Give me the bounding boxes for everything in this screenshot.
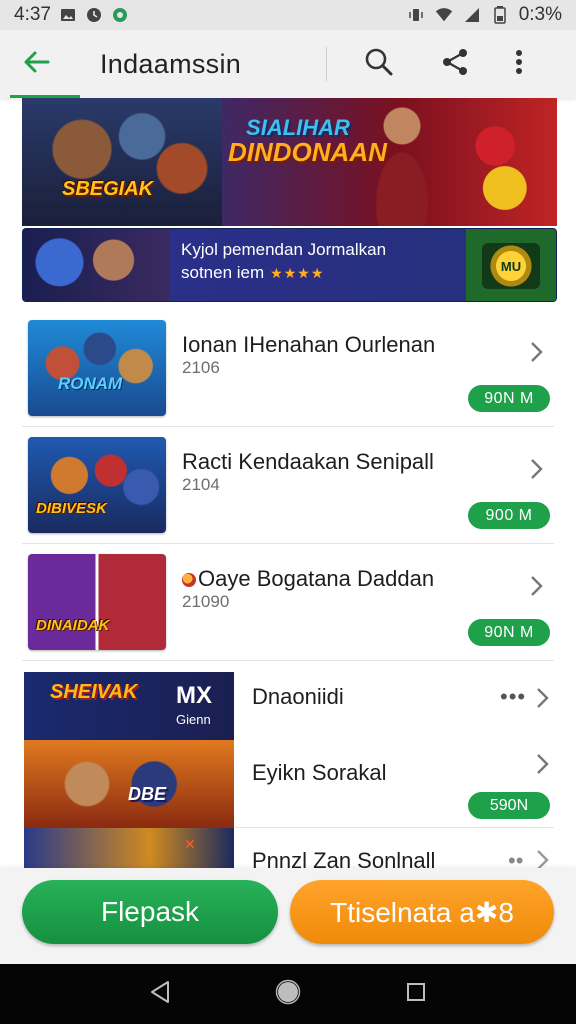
list-item-title-row: Oaye Bogatana Daddan: [182, 566, 434, 592]
game-badge-icon: [182, 573, 196, 588]
hero-banner[interactable]: SBEGIAK SIALIHAR DINDONAAN: [22, 98, 557, 226]
list-item-thumbnail: RONAM: [28, 320, 166, 416]
featured-image-top[interactable]: SHEIVAK MX Gienn: [24, 672, 234, 740]
more-horiz-icon[interactable]: •••: [500, 684, 526, 710]
back-button[interactable]: [0, 30, 80, 98]
more-vert-icon: [515, 49, 523, 80]
promo-badge-label: MU: [482, 243, 540, 289]
divider: [234, 827, 554, 828]
list-item-subtitle: 21090: [182, 592, 230, 611]
home-circle-icon: [275, 979, 301, 1010]
search-button[interactable]: [349, 30, 409, 98]
rating-stars: ★★★★: [270, 264, 325, 281]
image-icon: [59, 6, 77, 24]
more-horiz-icon[interactable]: ••: [508, 848, 523, 868]
featured-item-title[interactable]: Dnaoniidi: [252, 684, 344, 710]
hero-title: SIALIHAR DINDONAAN: [228, 115, 387, 168]
featured-logo-2: DBE: [128, 784, 167, 804]
promo-banner[interactable]: Kyjol pemendan Jormalkan sotnen iem ★★★★…: [22, 228, 557, 302]
wifi-icon: [435, 6, 453, 24]
hero-game-logo: SBEGIAK: [62, 178, 154, 200]
promo-line1: Kyjol pemendan Jormalkan: [181, 240, 387, 259]
primary-action-button[interactable]: Flepask: [22, 880, 278, 944]
battery-icon: [491, 6, 509, 24]
triangle-back-icon: [149, 980, 171, 1009]
more-options-button[interactable]: [489, 30, 549, 98]
hero-title-line2: DINDONAAN: [228, 137, 387, 168]
hero-robot-image: [452, 116, 548, 216]
mx-label: MX: [176, 682, 212, 709]
battery-percent: 0:3%: [518, 4, 562, 25]
price-button[interactable]: 90N M: [468, 619, 550, 646]
featured-item-title[interactable]: Pnnzl Zan Sonlnall: [252, 848, 435, 868]
thumbnail-logo: DINAIDAK: [36, 617, 110, 634]
clock-icon: [85, 6, 103, 24]
back-arrow-icon: [22, 50, 50, 79]
list-item-title: Racti Kendaakan Senipall: [182, 449, 434, 474]
list-item-thumbnail: DIBIVESK: [28, 437, 166, 533]
thumbnail-logo: RONAM: [58, 374, 123, 393]
page-title: Indaamssin: [100, 48, 242, 79]
promo-text: Kyjol pemendan Jormalkan sotnen iem ★★★★: [181, 239, 386, 285]
status-right: 0:3%: [407, 4, 562, 26]
promo-badge: MU: [466, 229, 556, 301]
bottom-action-bar: Flepask Ttiselnata a✱8: [0, 868, 576, 964]
list-item[interactable]: RONAM Ionan IHenahan Ourlenan 2106 90N M: [22, 310, 554, 427]
promo-art-image: [23, 229, 169, 301]
nav-home-button[interactable]: [268, 974, 308, 1014]
mx-sublabel: Gienn: [176, 712, 211, 727]
nav-recents-button[interactable]: [396, 974, 436, 1014]
thumbnail-logo: DIBIVESK: [36, 500, 107, 517]
app-bar-divider: [326, 47, 327, 81]
game-list: RONAM Ionan IHenahan Ourlenan 2106 90N M…: [22, 310, 554, 661]
system-nav-bar: [0, 964, 576, 1024]
chevron-right-icon[interactable]: [532, 686, 552, 710]
featured-image-bottom[interactable]: ✕: [24, 828, 234, 868]
promo-line2-row: sotnen iem ★★★★: [181, 262, 386, 285]
featured-item-title[interactable]: Eyikn Sorakal: [252, 760, 387, 786]
share-icon: [441, 48, 469, 81]
featured-logo-3: ✕: [184, 836, 196, 852]
status-bar: 4:37 0:3%: [0, 0, 576, 30]
hero-title-line1: SIALIHAR: [246, 115, 350, 140]
list-item[interactable]: DIBIVESK Racti Kendaakan Senipall 2104 9…: [22, 427, 554, 544]
featured-image-middle[interactable]: DBE: [24, 740, 234, 828]
chevron-right-icon: [526, 340, 546, 364]
nav-back-button[interactable]: [140, 974, 180, 1014]
list-item-title: Oaye Bogatana Daddan: [198, 566, 435, 591]
hero-characters-image: [22, 98, 222, 226]
hero-person-image: [352, 104, 452, 226]
list-item-title: Ionan IHenahan Ourlenan: [182, 332, 436, 357]
featured-section: SHEIVAK MX Gienn DBE ✕ Dnaoniidi ••• Eyi…: [24, 672, 554, 868]
chevron-right-icon[interactable]: [532, 848, 552, 868]
signal-icon: [463, 6, 481, 24]
vibrate-icon: [407, 6, 425, 24]
list-item-thumbnail: DINAIDAK: [28, 554, 166, 650]
status-left: 4:37: [14, 4, 129, 26]
app-bar: Indaamssin: [0, 30, 576, 98]
price-button[interactable]: 90N M: [468, 385, 550, 412]
square-recents-icon: [405, 981, 427, 1008]
app-icon: [111, 6, 129, 24]
price-button[interactable]: 900 M: [468, 502, 550, 529]
list-item-subtitle: 2104: [182, 475, 220, 494]
list-item-subtitle: 2106: [182, 358, 220, 377]
list-item[interactable]: DINAIDAK Oaye Bogatana Daddan 21090 90N …: [22, 544, 554, 661]
search-icon: [364, 47, 394, 82]
status-time: 4:37: [14, 4, 51, 25]
price-button[interactable]: 590N: [468, 792, 550, 819]
secondary-action-button[interactable]: Ttiselnata a✱8: [290, 880, 554, 944]
promo-line2: sotnen iem: [181, 262, 265, 282]
chevron-right-icon[interactable]: [532, 752, 552, 776]
share-button[interactable]: [425, 30, 485, 98]
chevron-right-icon: [526, 574, 546, 598]
chevron-right-icon: [526, 457, 546, 481]
featured-logo: SHEIVAK: [50, 681, 138, 703]
